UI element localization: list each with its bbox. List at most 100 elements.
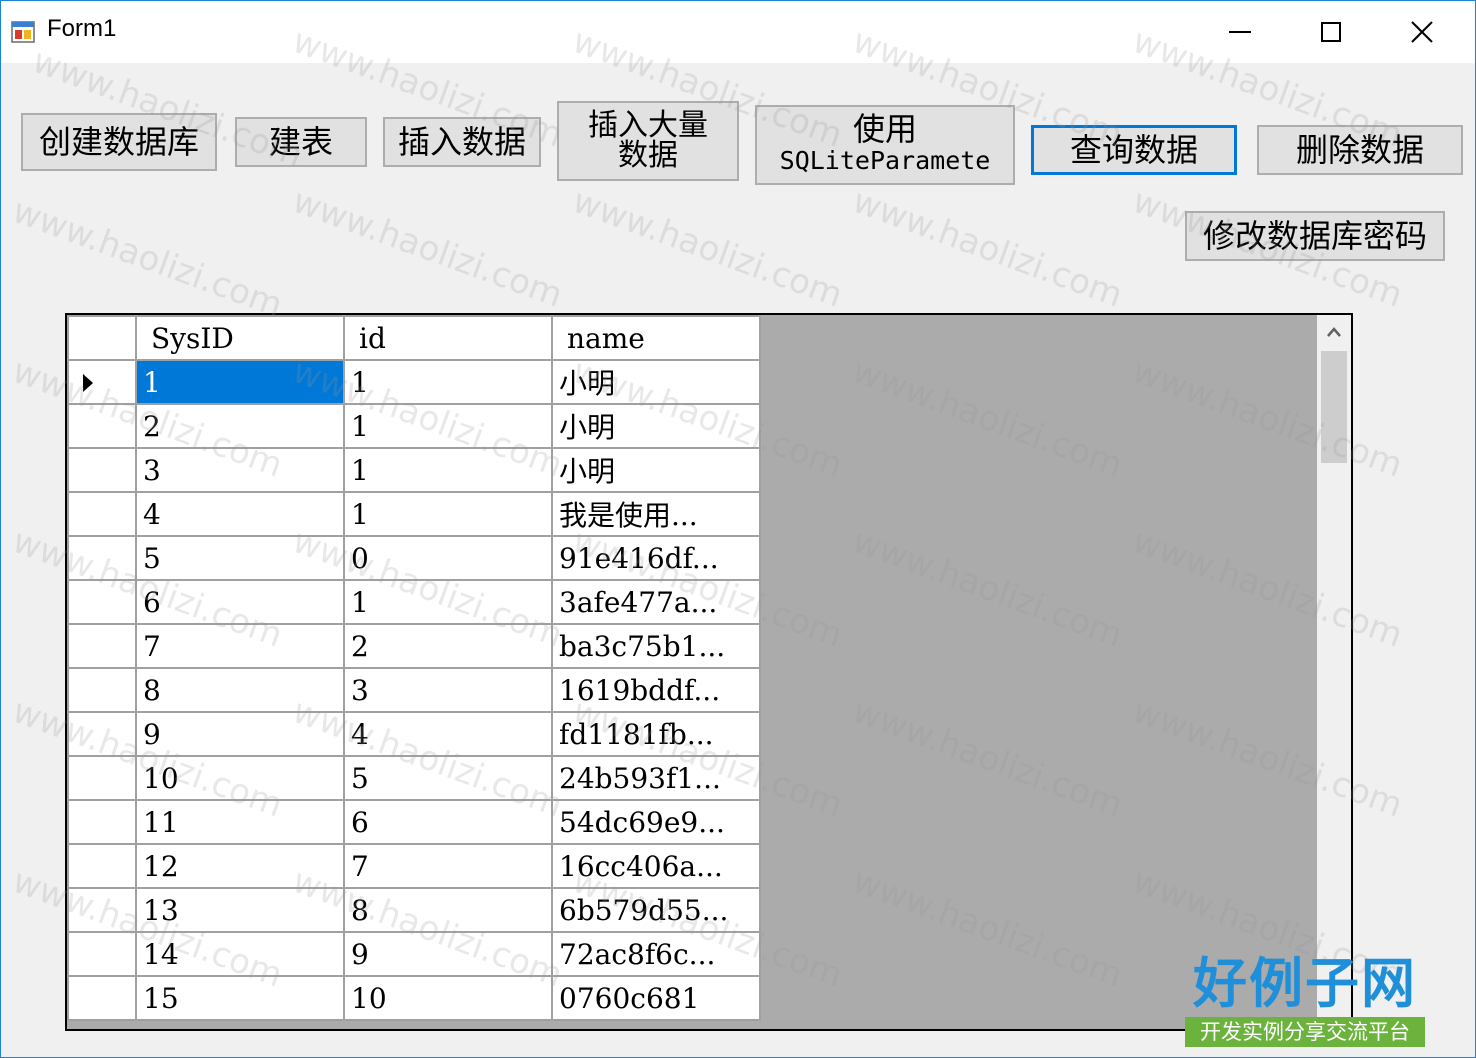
cell-sysid[interactable]: 11 bbox=[135, 799, 345, 845]
row-header[interactable] bbox=[67, 535, 137, 581]
cell-name[interactable]: 91e416df... bbox=[551, 535, 761, 581]
cell-name[interactable]: 我是使用... bbox=[551, 491, 761, 537]
cell-name[interactable]: 72ac8f6c... bbox=[551, 931, 761, 977]
table-row[interactable]: 15 10 0760c681 bbox=[67, 975, 761, 1021]
cell-sysid[interactable]: 6 bbox=[135, 579, 345, 625]
query-data-button[interactable]: 查询数据 bbox=[1031, 125, 1237, 175]
cell-id[interactable]: 1 bbox=[343, 359, 553, 405]
cell-sysid[interactable]: 13 bbox=[135, 887, 345, 933]
row-header[interactable] bbox=[67, 799, 137, 845]
cell-id[interactable]: 10 bbox=[343, 975, 553, 1021]
row-header[interactable] bbox=[67, 447, 137, 493]
row-header[interactable] bbox=[67, 579, 137, 625]
column-header-id[interactable]: id bbox=[343, 315, 553, 361]
create-database-button[interactable]: 创建数据库 bbox=[21, 113, 217, 171]
cell-sysid[interactable]: 10 bbox=[135, 755, 345, 801]
row-header[interactable] bbox=[67, 667, 137, 713]
table-row[interactable]: 2 1 小明 bbox=[67, 403, 761, 449]
cell-id[interactable]: 2 bbox=[343, 623, 553, 669]
watermark-text: www.haolizi.com bbox=[287, 181, 568, 316]
cell-name[interactable]: ba3c75b1... bbox=[551, 623, 761, 669]
app-icon[interactable] bbox=[11, 19, 37, 45]
cell-id[interactable]: 1 bbox=[343, 447, 553, 493]
cell-sysid[interactable]: 15 bbox=[135, 975, 345, 1021]
cell-sysid[interactable]: 12 bbox=[135, 843, 345, 889]
cell-id[interactable]: 7 bbox=[343, 843, 553, 889]
cell-id[interactable]: 3 bbox=[343, 667, 553, 713]
cell-name[interactable]: 1619bddf... bbox=[551, 667, 761, 713]
cell-id[interactable]: 4 bbox=[343, 711, 553, 757]
row-header[interactable] bbox=[67, 623, 137, 669]
cell-name[interactable]: 16cc406a... bbox=[551, 843, 761, 889]
row-header[interactable] bbox=[67, 711, 137, 757]
cell-id[interactable]: 0 bbox=[343, 535, 553, 581]
row-header[interactable] bbox=[67, 843, 137, 889]
cell-sysid[interactable]: 14 bbox=[135, 931, 345, 977]
cell-sysid[interactable]: 4 bbox=[135, 491, 345, 537]
cell-name[interactable]: 小明 bbox=[551, 447, 761, 493]
table-row[interactable]: 5 0 91e416df... bbox=[67, 535, 761, 581]
table-row[interactable]: 14 9 72ac8f6c... bbox=[67, 931, 761, 977]
table-row[interactable]: 9 4 fd1181fb... bbox=[67, 711, 761, 757]
table-row[interactable]: 4 1 我是使用... bbox=[67, 491, 761, 537]
column-header-name[interactable]: name bbox=[551, 315, 761, 361]
cell-name[interactable]: 小明 bbox=[551, 403, 761, 449]
cell-id[interactable]: 1 bbox=[343, 403, 553, 449]
row-header[interactable] bbox=[67, 931, 137, 977]
row-header[interactable] bbox=[67, 403, 137, 449]
cell-id[interactable]: 9 bbox=[343, 931, 553, 977]
cell-name[interactable]: 24b593f1... bbox=[551, 755, 761, 801]
cell-id[interactable]: 1 bbox=[343, 579, 553, 625]
cell-id[interactable]: 1 bbox=[343, 491, 553, 537]
row-header[interactable] bbox=[67, 491, 137, 537]
create-table-button[interactable]: 建表 bbox=[235, 117, 367, 167]
cell-id[interactable]: 8 bbox=[343, 887, 553, 933]
table-row[interactable]: 10 5 24b593f1... bbox=[67, 755, 761, 801]
bulk-insert-button[interactable]: 插入大量 数据 bbox=[557, 101, 739, 181]
cell-id[interactable]: 5 bbox=[343, 755, 553, 801]
cell-name[interactable]: 54dc69e9... bbox=[551, 799, 761, 845]
cell-sysid[interactable]: 8 bbox=[135, 667, 345, 713]
table-row[interactable]: 11 6 54dc69e9... bbox=[67, 799, 761, 845]
insert-data-button[interactable]: 插入数据 bbox=[383, 117, 541, 167]
main-window: Form1 创建数据库 建表 插入数据 插入大量 数据 使用 SQLitePar… bbox=[0, 0, 1476, 1058]
table-row[interactable]: 13 8 6b579d55... bbox=[67, 887, 761, 933]
minimize-icon bbox=[1229, 31, 1251, 33]
table-row[interactable]: 6 1 3afe477a... bbox=[67, 579, 761, 625]
table-row[interactable]: 3 1 小明 bbox=[67, 447, 761, 493]
cell-sysid[interactable]: 2 bbox=[135, 403, 345, 449]
close-icon bbox=[1411, 21, 1433, 43]
cell-sysid[interactable]: 5 bbox=[135, 535, 345, 581]
sqlite-parameter-button[interactable]: 使用 SQLiteParamete bbox=[755, 105, 1015, 185]
cell-sysid[interactable]: 9 bbox=[135, 711, 345, 757]
scroll-up-button[interactable] bbox=[1317, 315, 1351, 349]
table-row[interactable]: 12 7 16cc406a... bbox=[67, 843, 761, 889]
title-bar[interactable]: Form1 bbox=[1, 1, 1475, 63]
grid-corner-header[interactable] bbox=[67, 315, 137, 361]
cell-name[interactable]: 3afe477a... bbox=[551, 579, 761, 625]
data-grid[interactable]: SysID id name 1 1 小明 2 1 小明 3 1 小明 4 1 我是使用... 5 0 91e… bbox=[65, 313, 1353, 1031]
scroll-thumb[interactable] bbox=[1321, 351, 1347, 463]
maximize-button[interactable] bbox=[1286, 1, 1376, 63]
cell-name[interactable]: 6b579d55... bbox=[551, 887, 761, 933]
table-row[interactable]: 1 1 小明 bbox=[67, 359, 761, 405]
row-header[interactable] bbox=[67, 887, 137, 933]
change-db-password-button[interactable]: 修改数据库密码 bbox=[1185, 211, 1445, 261]
minimize-button[interactable] bbox=[1195, 1, 1285, 63]
delete-data-button[interactable]: 删除数据 bbox=[1257, 125, 1463, 175]
cell-sysid[interactable]: 3 bbox=[135, 447, 345, 493]
table-row[interactable]: 8 3 1619bddf... bbox=[67, 667, 761, 713]
row-header[interactable] bbox=[67, 755, 137, 801]
cell-sysid[interactable]: 7 bbox=[135, 623, 345, 669]
cell-name[interactable]: 0760c681 bbox=[551, 975, 761, 1021]
close-button[interactable] bbox=[1377, 1, 1467, 63]
cell-id[interactable]: 6 bbox=[343, 799, 553, 845]
cell-sysid[interactable]: 1 bbox=[135, 359, 345, 405]
row-header[interactable] bbox=[67, 359, 137, 405]
row-header[interactable] bbox=[67, 975, 137, 1021]
column-header-sysid[interactable]: SysID bbox=[135, 315, 345, 361]
cell-name[interactable]: fd1181fb... bbox=[551, 711, 761, 757]
cell-name[interactable]: 小明 bbox=[551, 359, 761, 405]
vertical-scrollbar[interactable] bbox=[1317, 315, 1351, 1029]
table-row[interactable]: 7 2 ba3c75b1... bbox=[67, 623, 761, 669]
